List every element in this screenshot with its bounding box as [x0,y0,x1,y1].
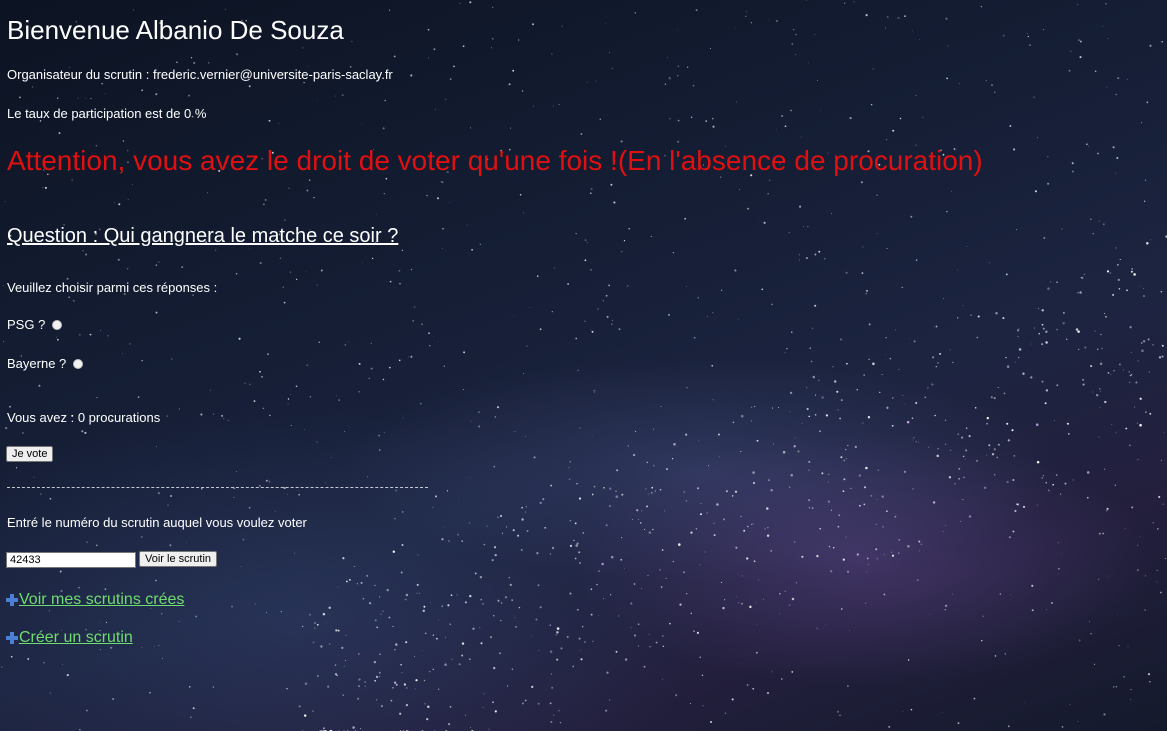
ballot-number-input[interactable] [6,552,136,568]
proxies-count-text: Vous avez : 0 procurations [7,410,161,425]
vote-warning: Attention, vous avez le droit de voter q… [7,145,983,176]
view-ballot-button[interactable]: Voir le scrutin [139,551,218,567]
plus-icon [6,632,18,644]
question-title: Question : Qui gangnera le matche ce soi… [7,225,399,247]
welcome-heading: Bienvenue Albanio De Souza [7,15,344,45]
vote-button[interactable]: Je vote [6,446,54,462]
my-ballots-link[interactable]: Voir mes scrutins crées [6,590,184,610]
organizer-text: Organisateur du scrutin : frederic.verni… [7,67,393,82]
option-label: Bayerne ? [7,356,67,371]
create-ballot-link-label: Créer un scrutin [19,629,133,646]
page-content: Bienvenue Albanio De Souza Organisateur … [0,0,1167,731]
option-label: PSG ? [7,317,46,332]
participation-rate-text: Le taux de participation est de 0 % [7,106,207,121]
dashed-divider [7,487,428,488]
create-ballot-link[interactable]: Créer un scrutin [6,628,133,648]
plus-icon [6,594,18,606]
my-ballots-link-label: Voir mes scrutins crées [19,591,185,608]
choose-instruction: Veuillez choisir parmi ces réponses : [7,280,218,295]
option-bayerne: Bayerne ? [7,356,84,372]
ballot-number-instruction: Entré le numéro du scrutin auquel vous v… [7,515,307,530]
option-psg: PSG ? [7,317,63,333]
radio-psg[interactable] [52,320,63,330]
radio-bayerne[interactable] [73,359,84,369]
